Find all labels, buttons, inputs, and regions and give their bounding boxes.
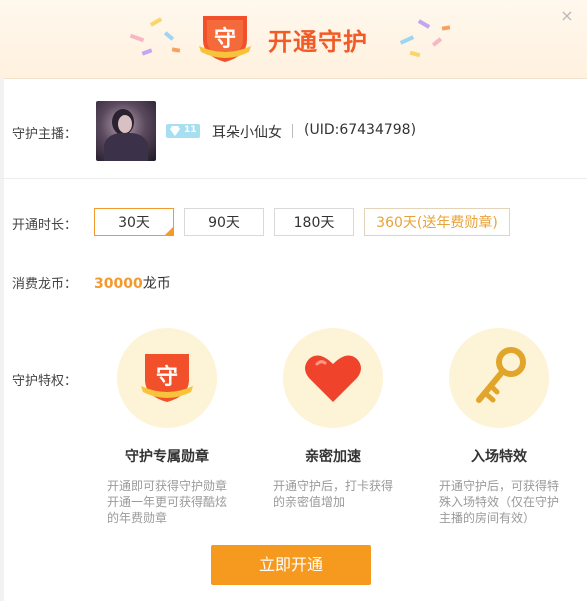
confetti-right-icon [399, 19, 451, 58]
section-divider [0, 178, 587, 179]
left-edge-strip [0, 78, 4, 601]
duration-label: 开通时长： [12, 218, 78, 233]
privilege-title-intimacy: 亲密加速 [305, 449, 361, 465]
privilege-heart-circle [283, 328, 383, 428]
privilege-title-badge: 守护专属勋章 [125, 449, 209, 465]
shield-logo-char: 守 [214, 26, 236, 52]
confetti-left-icon [129, 17, 181, 56]
dialog-title: 开通守护 [268, 28, 368, 56]
cost-value: 30000龙币 [94, 273, 171, 293]
privilege-desc-badge: 开通即可获得守护勋章开通一年更可获得酷炫的年费勋章 [107, 479, 228, 525]
diamond-icon [170, 126, 180, 136]
avatar [96, 101, 156, 161]
dialog-header: 守 开通守护 × [0, 0, 587, 79]
cost-unit: 龙币 [142, 276, 171, 292]
privilege-desc-entry: 开通守护后，可获得特殊入场特效（仅在守护主播的房间有效） [439, 479, 560, 525]
duration-option-360[interactable]: 360天(送年费勋章) [364, 208, 510, 236]
key-icon [476, 347, 526, 403]
duration-option-180[interactable]: 180天 [274, 208, 354, 236]
anchor-name: 耳朵小仙女 [212, 125, 282, 141]
shield-badge-icon: 守 [141, 354, 193, 402]
name-divider [292, 124, 293, 138]
close-icon[interactable]: × [559, 8, 575, 24]
cost-label: 消费龙币： [12, 277, 78, 292]
anchor-label: 守护主播： [12, 127, 78, 142]
duration-option-30[interactable]: 30天 [94, 208, 174, 236]
privileges-label: 守护特权： [12, 374, 78, 389]
cost-amount: 30000 [94, 276, 143, 292]
shield-logo-icon: 守 [199, 16, 251, 62]
open-now-button[interactable]: 立即开通 [211, 545, 371, 585]
duration-option-90[interactable]: 90天 [184, 208, 264, 236]
heart-icon [305, 355, 361, 402]
anchor-uid: (UID:67434798) [304, 122, 417, 138]
privilege-key-circle [449, 328, 549, 428]
privilege-desc-intimacy: 开通守护后，打卡获得的亲密值增加 [273, 479, 394, 509]
privilege-badge-circle: 守 [117, 328, 217, 428]
level-badge: 11 [166, 124, 200, 138]
privilege-title-entry: 入场特效 [471, 449, 527, 465]
level-number: 11 [184, 125, 197, 135]
badge-char: 守 [156, 364, 178, 390]
